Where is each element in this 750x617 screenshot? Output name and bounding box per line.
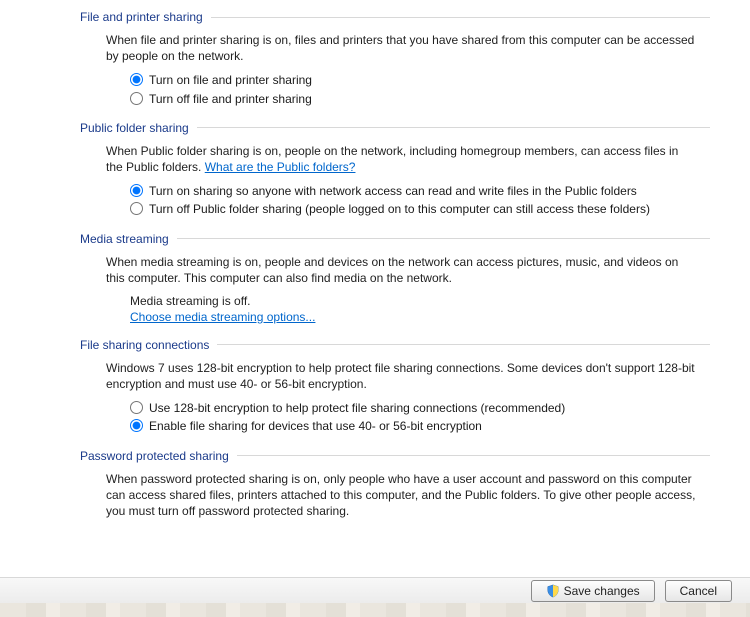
divider	[211, 17, 710, 18]
section-description: When password protected sharing is on, o…	[106, 471, 698, 520]
window-bottom-edge	[0, 603, 750, 617]
shield-icon	[546, 584, 560, 598]
button-label: Save changes	[564, 584, 640, 598]
save-changes-button[interactable]: Save changes	[531, 580, 655, 602]
radio-label: Turn on sharing so anyone with network a…	[149, 183, 637, 199]
radio-input[interactable]	[130, 202, 143, 215]
section-file-printer-sharing: File and printer sharing When file and p…	[80, 10, 710, 107]
option-4056bit-encryption[interactable]: Enable file sharing for devices that use…	[130, 418, 710, 434]
divider	[217, 344, 710, 345]
radio-input[interactable]	[130, 401, 143, 414]
section-header: Media streaming	[80, 232, 710, 246]
options-group: Turn on sharing so anyone with network a…	[130, 183, 710, 217]
radio-input[interactable]	[130, 92, 143, 105]
section-title: Password protected sharing	[80, 449, 237, 463]
media-status: Media streaming is off.	[130, 294, 710, 308]
options-group: Turn on file and printer sharing Turn of…	[130, 72, 710, 106]
cancel-button[interactable]: Cancel	[665, 580, 732, 602]
option-turn-on-public-sharing[interactable]: Turn on sharing so anyone with network a…	[130, 183, 710, 199]
option-turn-on-file-printer[interactable]: Turn on file and printer sharing	[130, 72, 710, 88]
section-title: Public folder sharing	[80, 121, 197, 135]
section-title: File and printer sharing	[80, 10, 211, 24]
radio-input[interactable]	[130, 184, 143, 197]
radio-label: Enable file sharing for devices that use…	[149, 418, 482, 434]
section-title: Media streaming	[80, 232, 177, 246]
button-label: Cancel	[680, 584, 717, 598]
section-header: File and printer sharing	[80, 10, 710, 24]
section-header: Public folder sharing	[80, 121, 710, 135]
desc-text: When Public folder sharing is on, people…	[106, 144, 678, 174]
option-turn-off-file-printer[interactable]: Turn off file and printer sharing	[130, 91, 710, 107]
media-options-link[interactable]: Choose media streaming options...	[130, 310, 315, 324]
radio-label: Turn off Public folder sharing (people l…	[149, 201, 650, 217]
settings-content: File and printer sharing When file and p…	[0, 0, 750, 577]
radio-input[interactable]	[130, 73, 143, 86]
section-description: Windows 7 uses 128-bit encryption to hel…	[106, 360, 698, 392]
button-bar: Save changes Cancel	[0, 577, 750, 603]
section-description: When media streaming is on, people and d…	[106, 254, 698, 286]
public-folders-link[interactable]: What are the Public folders?	[205, 160, 356, 174]
section-title: File sharing connections	[80, 338, 217, 352]
radio-label: Use 128-bit encryption to help protect f…	[149, 400, 565, 416]
section-header: File sharing connections	[80, 338, 710, 352]
radio-label: Turn on file and printer sharing	[149, 72, 312, 88]
options-group: Use 128-bit encryption to help protect f…	[130, 400, 710, 434]
section-file-sharing-connections: File sharing connections Windows 7 uses …	[80, 338, 710, 435]
divider	[177, 238, 710, 239]
radio-input[interactable]	[130, 419, 143, 432]
radio-label: Turn off file and printer sharing	[149, 91, 312, 107]
option-turn-off-public-sharing[interactable]: Turn off Public folder sharing (people l…	[130, 201, 710, 217]
section-password-protected-sharing: Password protected sharing When password…	[80, 449, 710, 520]
divider	[197, 127, 710, 128]
section-public-folder-sharing: Public folder sharing When Public folder…	[80, 121, 710, 218]
option-128bit-encryption[interactable]: Use 128-bit encryption to help protect f…	[130, 400, 710, 416]
divider	[237, 455, 710, 456]
section-media-streaming: Media streaming When media streaming is …	[80, 232, 710, 324]
section-description: When Public folder sharing is on, people…	[106, 143, 698, 175]
section-header: Password protected sharing	[80, 449, 710, 463]
section-description: When file and printer sharing is on, fil…	[106, 32, 698, 64]
media-status-block: Media streaming is off. Choose media str…	[130, 294, 710, 324]
